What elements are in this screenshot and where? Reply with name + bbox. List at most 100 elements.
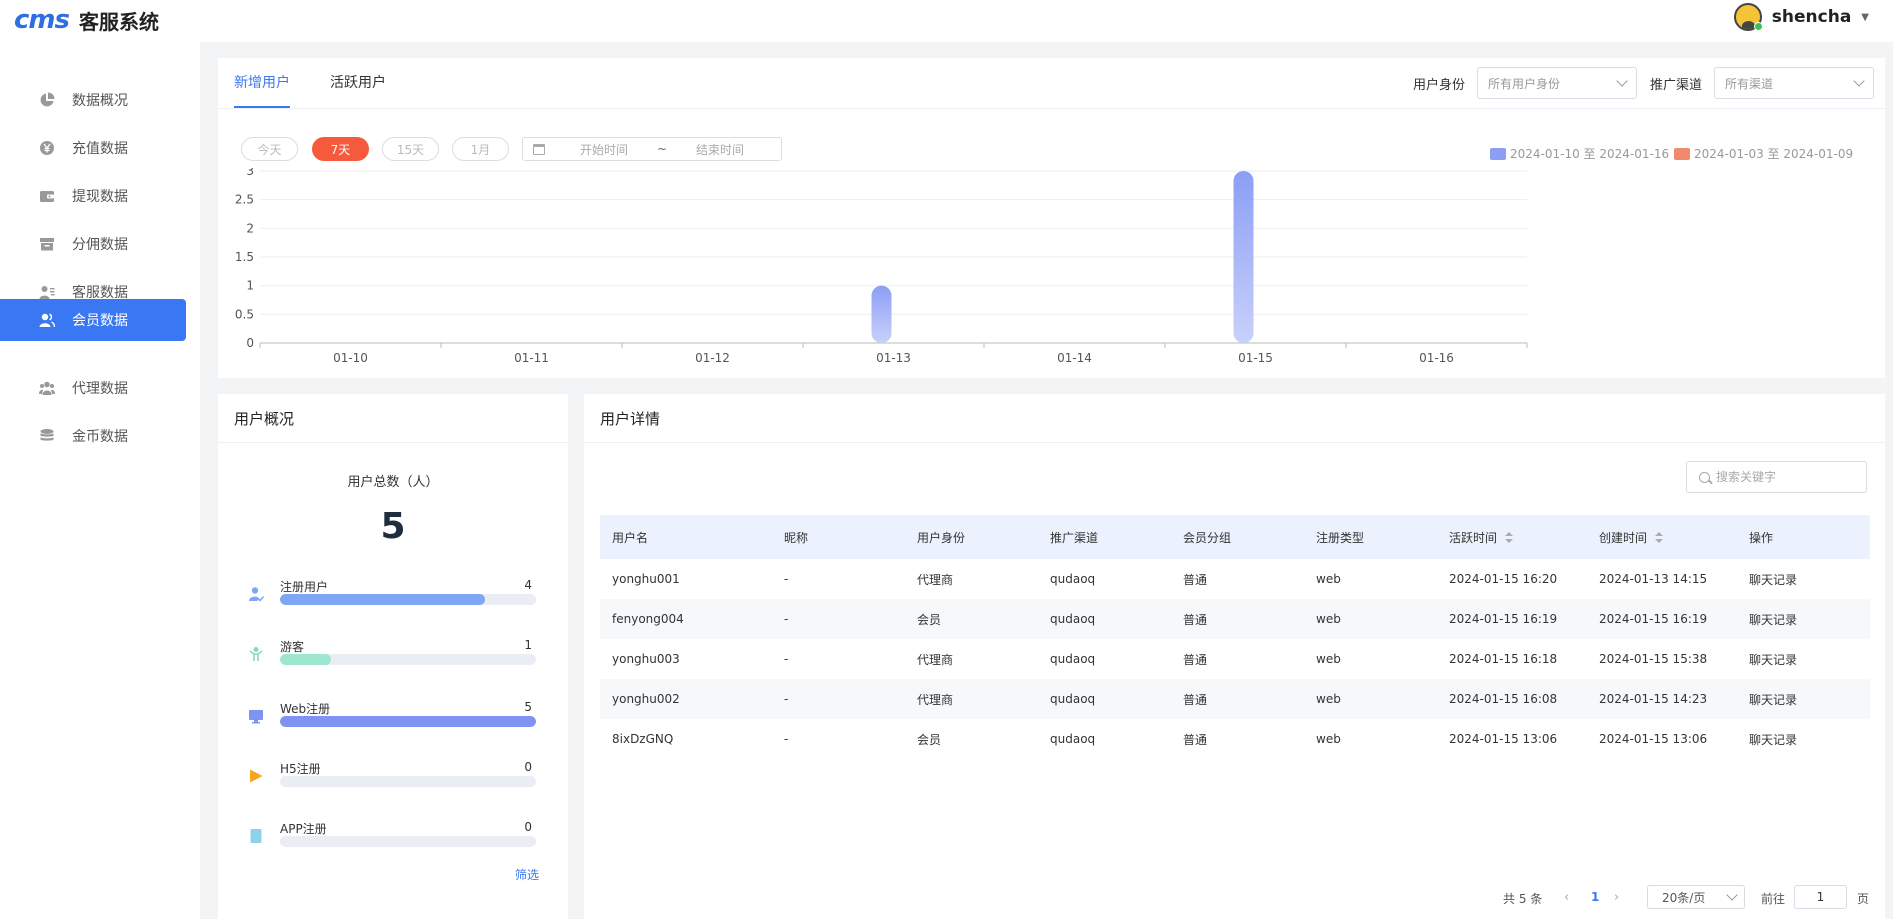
tab-active-users[interactable]: 活跃用户: [330, 58, 386, 108]
chevron-left-icon[interactable]: ‹: [1564, 890, 1569, 905]
filter-link[interactable]: 筛选: [515, 866, 539, 883]
stat-registered: 注册用户 4: [248, 578, 538, 618]
legend-item-previous[interactable]: 2024-01-03 至 2024-01-09: [1674, 145, 1853, 162]
cell-channel: qudaoq: [1050, 732, 1096, 746]
date-end-input[interactable]: 结束时间: [685, 141, 755, 158]
cell-action[interactable]: 聊天记录: [1737, 719, 1870, 759]
stat-web: Web注册 5: [248, 700, 538, 740]
legend-swatch: [1674, 147, 1690, 160]
cell-action[interactable]: 聊天记录: [1737, 599, 1870, 639]
range-1month-button[interactable]: 1月: [452, 137, 509, 161]
cell-active-time: 2024-01-15 13:06: [1449, 732, 1558, 746]
tab-new-users[interactable]: 新增用户: [234, 58, 290, 108]
sidebar-item-label: 金币数据: [72, 429, 128, 445]
range-15days-button[interactable]: 15天: [382, 137, 439, 161]
cell-group: 普通: [1183, 572, 1208, 587]
range-7days-button[interactable]: 7天: [312, 137, 369, 161]
chevron-down-icon: [1616, 75, 1628, 87]
team-icon: [38, 379, 56, 397]
top-bar: cms 客服系统 shencha ▼: [0, 0, 1893, 42]
stat-bar-fill: [280, 716, 536, 727]
pagination-page-1[interactable]: 1: [1591, 890, 1599, 904]
search-input[interactable]: [1716, 470, 1856, 484]
x-tick-label: 01-15: [1238, 351, 1273, 365]
sidebar-item-coins[interactable]: 金币数据: [0, 415, 186, 457]
stat-bar-track: [280, 654, 536, 665]
app-title: 客服系统: [78, 9, 159, 34]
cell-username[interactable]: yonghu001: [600, 559, 772, 599]
sort-icon[interactable]: [1505, 532, 1514, 544]
chart-tabs: 新增用户 活跃用户: [234, 58, 426, 108]
sidebar-item-withdraw[interactable]: 提现数据: [0, 175, 186, 217]
column-header-active-time[interactable]: 活跃时间: [1437, 515, 1587, 559]
date-range-picker[interactable]: 开始时间 ~ 结束时间: [522, 137, 782, 161]
x-tick-label: 01-14: [1057, 351, 1092, 365]
cell-username[interactable]: yonghu002: [600, 679, 772, 719]
sidebar-item-label: 代理数据: [72, 381, 128, 397]
page-suffix: 页: [1857, 892, 1870, 906]
identity-select-value: 所有用户身份: [1488, 76, 1561, 91]
cell-reg-type: web: [1316, 652, 1341, 666]
goto-page-input[interactable]: 1: [1794, 885, 1847, 909]
sidebar-item-members[interactable]: 会员数据: [0, 299, 186, 341]
cell-action[interactable]: 聊天记录: [1737, 639, 1870, 679]
chevron-right-icon[interactable]: ›: [1614, 890, 1619, 905]
registered-user-icon: [248, 586, 265, 602]
search-field[interactable]: [1686, 461, 1867, 493]
cell-username[interactable]: fenyong004: [600, 599, 772, 639]
cell-created: 2024-01-13 14:15: [1599, 572, 1708, 586]
sidebar-item-commission[interactable]: 分佣数据: [0, 223, 186, 265]
column-header-username: 用户名: [600, 515, 772, 559]
cell-identity: 代理商: [905, 679, 1038, 719]
page-size-value: 20条/页: [1662, 890, 1706, 905]
cell-group: 普通: [1171, 599, 1304, 639]
sort-icon[interactable]: [1655, 532, 1664, 544]
cell-nickname: -: [772, 679, 905, 719]
user-menu[interactable]: shencha ▼: [1733, 0, 1869, 34]
sidebar-item-overview[interactable]: 数据概况: [0, 79, 186, 121]
date-separator: ~: [657, 142, 668, 156]
column-header-action: 操作: [1737, 515, 1870, 559]
x-tick-label: 01-11: [514, 351, 549, 365]
sidebar-item-agents[interactable]: 代理数据: [0, 367, 186, 409]
cell-username[interactable]: yonghu003: [600, 639, 772, 679]
stat-label: H5注册: [280, 762, 321, 776]
monitor-icon: [248, 708, 264, 724]
column-header-label: 活跃时间: [1449, 530, 1498, 545]
legend-label: 2024-01-10 至 2024-01-16: [1510, 147, 1670, 161]
details-title: 用户详情: [600, 410, 661, 428]
range-today-button[interactable]: 今天: [241, 137, 298, 161]
page-size-select[interactable]: 20条/页: [1647, 885, 1745, 909]
cell-channel: qudaoq: [1050, 572, 1096, 586]
date-start-input[interactable]: 开始时间: [569, 141, 639, 158]
channel-filter: 推广渠道 所有渠道: [1650, 67, 1875, 99]
cell-action[interactable]: 聊天记录: [1737, 559, 1870, 599]
sidebar-item-recharge[interactable]: 充值数据: [0, 127, 186, 169]
stat-value: 0: [524, 820, 532, 834]
cell-group: 普通: [1183, 652, 1208, 667]
y-tick-label: 1.5: [235, 250, 254, 264]
app-logo[interactable]: cms 客服系统: [14, 5, 159, 35]
bar-chart: 0 0.5 1 1.5 2 2.5 3 01-10 01-11 01-12 01-13 01-14 01…: [235, 168, 1528, 365]
cell-action[interactable]: 聊天记录: [1737, 679, 1870, 719]
bar-01-13: [871, 285, 892, 343]
identity-select[interactable]: 所有用户身份: [1477, 67, 1638, 99]
channel-select[interactable]: 所有渠道: [1714, 67, 1875, 99]
legend-item-current[interactable]: 2024-01-10 至 2024-01-16: [1490, 145, 1669, 162]
search-icon: [1699, 471, 1710, 483]
stat-guest: 游客 1: [248, 638, 538, 678]
cell-username[interactable]: 8ixDzGNQ: [600, 719, 772, 759]
chevron-down-icon: [1853, 75, 1865, 87]
table-row: yonghu001- 代理商 qudaoq 普通 web 2024-01-15 16:20…: [600, 559, 1870, 599]
y-tick-label: 2.5: [235, 193, 254, 207]
avatar[interactable]: [1733, 3, 1763, 31]
stat-h5: H5注册 0: [248, 760, 538, 800]
column-header-nickname: 昵称: [772, 515, 905, 559]
coin-stack-icon: [38, 427, 56, 445]
overview-panel: 用户概况 用户总数（人） 5 注册用户 4 游客 1 Web注册 5 H5注册 …: [218, 394, 568, 919]
stat-bar-track: [280, 716, 536, 727]
column-header-created[interactable]: 创建时间: [1587, 515, 1737, 559]
cell-identity: 代理商: [917, 572, 954, 587]
cell-identity: 代理商: [917, 652, 954, 667]
caret-down-icon[interactable]: ▼: [1861, 12, 1869, 23]
